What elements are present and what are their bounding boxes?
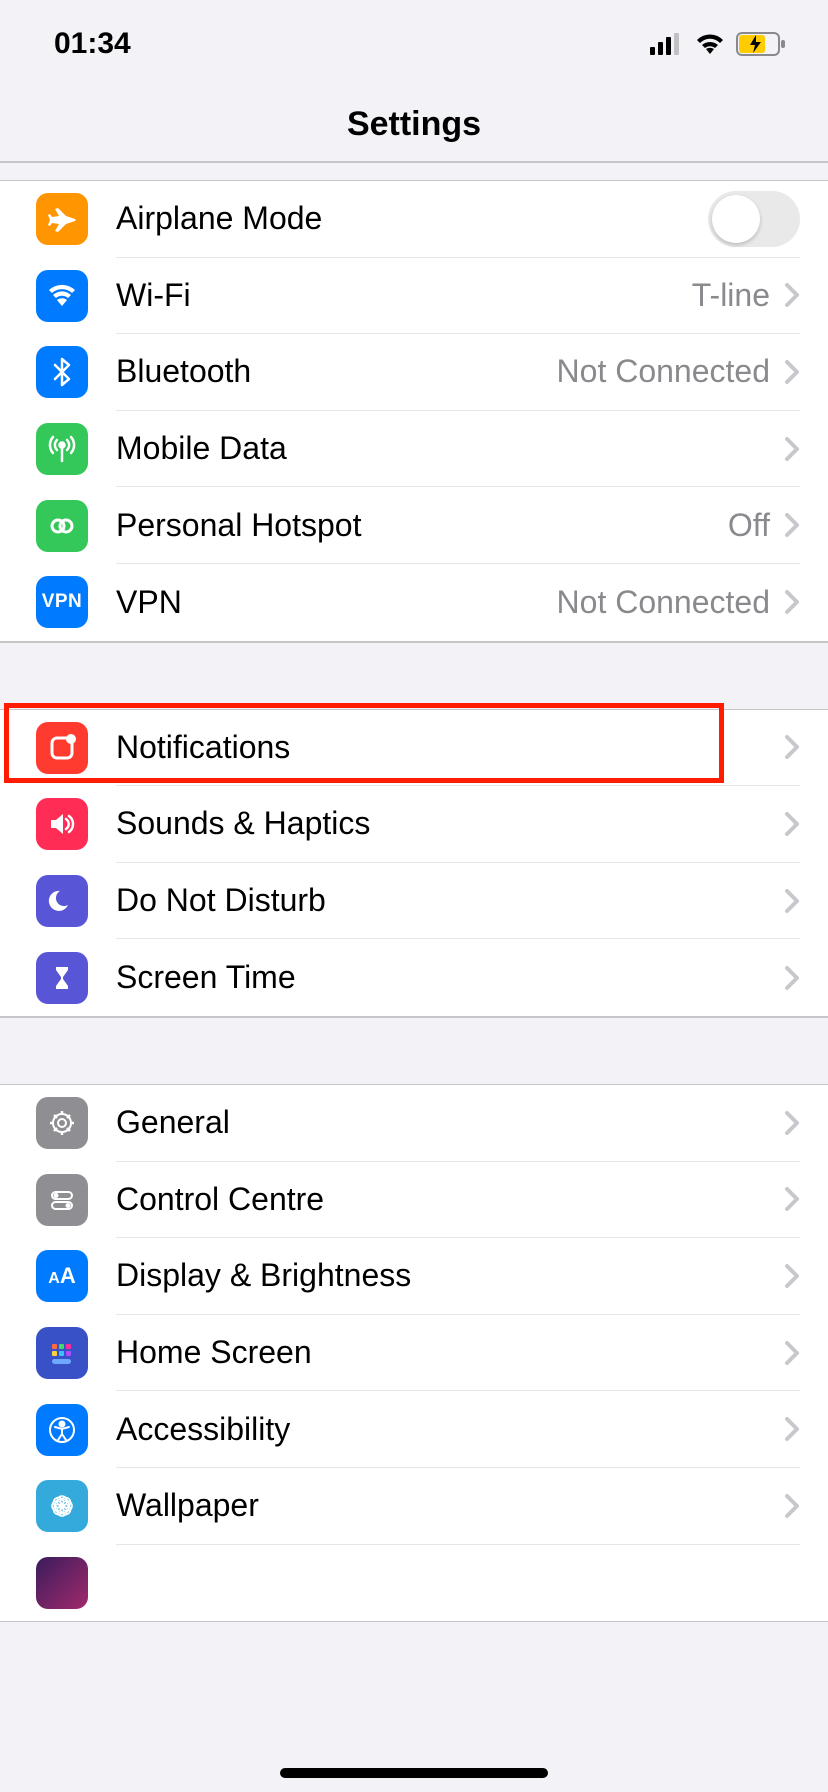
row-label: Bluetooth [116, 353, 557, 390]
row-do-not-disturb[interactable]: Do Not Disturb [0, 863, 828, 940]
chevron-right-icon [784, 734, 800, 760]
chevron-right-icon [784, 1493, 800, 1519]
row-label: General [116, 1104, 784, 1141]
chevron-right-icon [784, 1340, 800, 1366]
row-mobile-data[interactable]: Mobile Data [0, 411, 828, 488]
home-indicator[interactable] [280, 1768, 548, 1778]
antenna-icon [36, 423, 88, 475]
row-label: Wi-Fi [116, 277, 692, 314]
cellular-icon [650, 33, 684, 55]
status-indicators [650, 32, 788, 56]
row-control-centre[interactable]: Control Centre [0, 1162, 828, 1239]
row-label: Do Not Disturb [116, 882, 784, 919]
row-label: Personal Hotspot [116, 507, 728, 544]
row-home-screen[interactable]: Home Screen [0, 1315, 828, 1392]
vpn-icon: VPN [36, 576, 88, 628]
chevron-right-icon [784, 359, 800, 385]
row-wifi[interactable]: Wi-Fi T-line [0, 258, 828, 335]
row-value: Not Connected [557, 353, 770, 390]
chevron-right-icon [784, 1186, 800, 1212]
row-vpn[interactable]: VPN VPN Not Connected [0, 564, 828, 641]
row-airplane-mode[interactable]: Airplane Mode [0, 181, 828, 258]
row-bluetooth[interactable]: Bluetooth Not Connected [0, 334, 828, 411]
row-general[interactable]: General [0, 1085, 828, 1162]
row-label: Mobile Data [116, 430, 784, 467]
row-label: Screen Time [116, 959, 784, 996]
airplane-toggle[interactable] [708, 191, 800, 247]
chevron-right-icon [784, 1110, 800, 1136]
status-bar: 01:34 [0, 0, 828, 88]
chevron-right-icon [784, 282, 800, 308]
row-label: VPN [116, 584, 557, 621]
chevron-right-icon [784, 1263, 800, 1289]
chevron-right-icon [784, 965, 800, 991]
row-sounds-haptics[interactable]: Sounds & Haptics [0, 786, 828, 863]
row-personal-hotspot[interactable]: Personal Hotspot Off [0, 487, 828, 564]
chevron-right-icon [784, 888, 800, 914]
row-screen-time[interactable]: Screen Time [0, 939, 828, 1016]
wifi-icon [694, 33, 726, 55]
moon-icon [36, 875, 88, 927]
row-label: Wallpaper [116, 1487, 784, 1524]
accessibility-icon [36, 1404, 88, 1456]
row-label: Display & Brightness [116, 1257, 784, 1294]
row-partial[interactable] [0, 1545, 828, 1622]
row-display-brightness[interactable]: AA Display & Brightness [0, 1238, 828, 1315]
bluetooth-icon [36, 346, 88, 398]
settings-group-notifications: Notifications Sounds & Haptics Do Not Di… [0, 709, 828, 1017]
gear-icon [36, 1097, 88, 1149]
wallpaper-icon [36, 1480, 88, 1532]
row-value: Not Connected [557, 584, 770, 621]
battery-icon [736, 32, 788, 56]
row-value: T-line [692, 277, 770, 314]
sounds-icon [36, 798, 88, 850]
settings-group-general: General Control Centre AA Display & Brig… [0, 1084, 828, 1622]
chevron-right-icon [784, 811, 800, 837]
row-accessibility[interactable]: Accessibility [0, 1391, 828, 1468]
status-time: 01:34 [54, 27, 131, 61]
row-label: Control Centre [116, 1181, 784, 1218]
control-centre-icon [36, 1174, 88, 1226]
row-label: Accessibility [116, 1411, 784, 1448]
hourglass-icon [36, 952, 88, 1004]
chevron-right-icon [784, 1416, 800, 1442]
row-label: Airplane Mode [116, 200, 708, 237]
home-screen-icon [36, 1327, 88, 1379]
chevron-right-icon [784, 589, 800, 615]
row-label: Sounds & Haptics [116, 805, 784, 842]
notifications-icon [36, 722, 88, 774]
page-header: Settings [0, 88, 828, 162]
settings-group-connectivity: Airplane Mode Wi-Fi T-line Bluetooth Not… [0, 180, 828, 642]
row-label: Home Screen [116, 1334, 784, 1371]
row-value: Off [728, 507, 770, 544]
display-icon: AA [36, 1250, 88, 1302]
page-title: Settings [347, 105, 481, 144]
chevron-right-icon [784, 436, 800, 462]
row-notifications[interactable]: Notifications [0, 710, 828, 787]
siri-icon [36, 1557, 88, 1609]
hotspot-icon [36, 500, 88, 552]
row-label: Notifications [116, 729, 784, 766]
row-wallpaper[interactable]: Wallpaper [0, 1468, 828, 1545]
chevron-right-icon [784, 512, 800, 538]
airplane-icon [36, 193, 88, 245]
wifi-settings-icon [36, 270, 88, 322]
